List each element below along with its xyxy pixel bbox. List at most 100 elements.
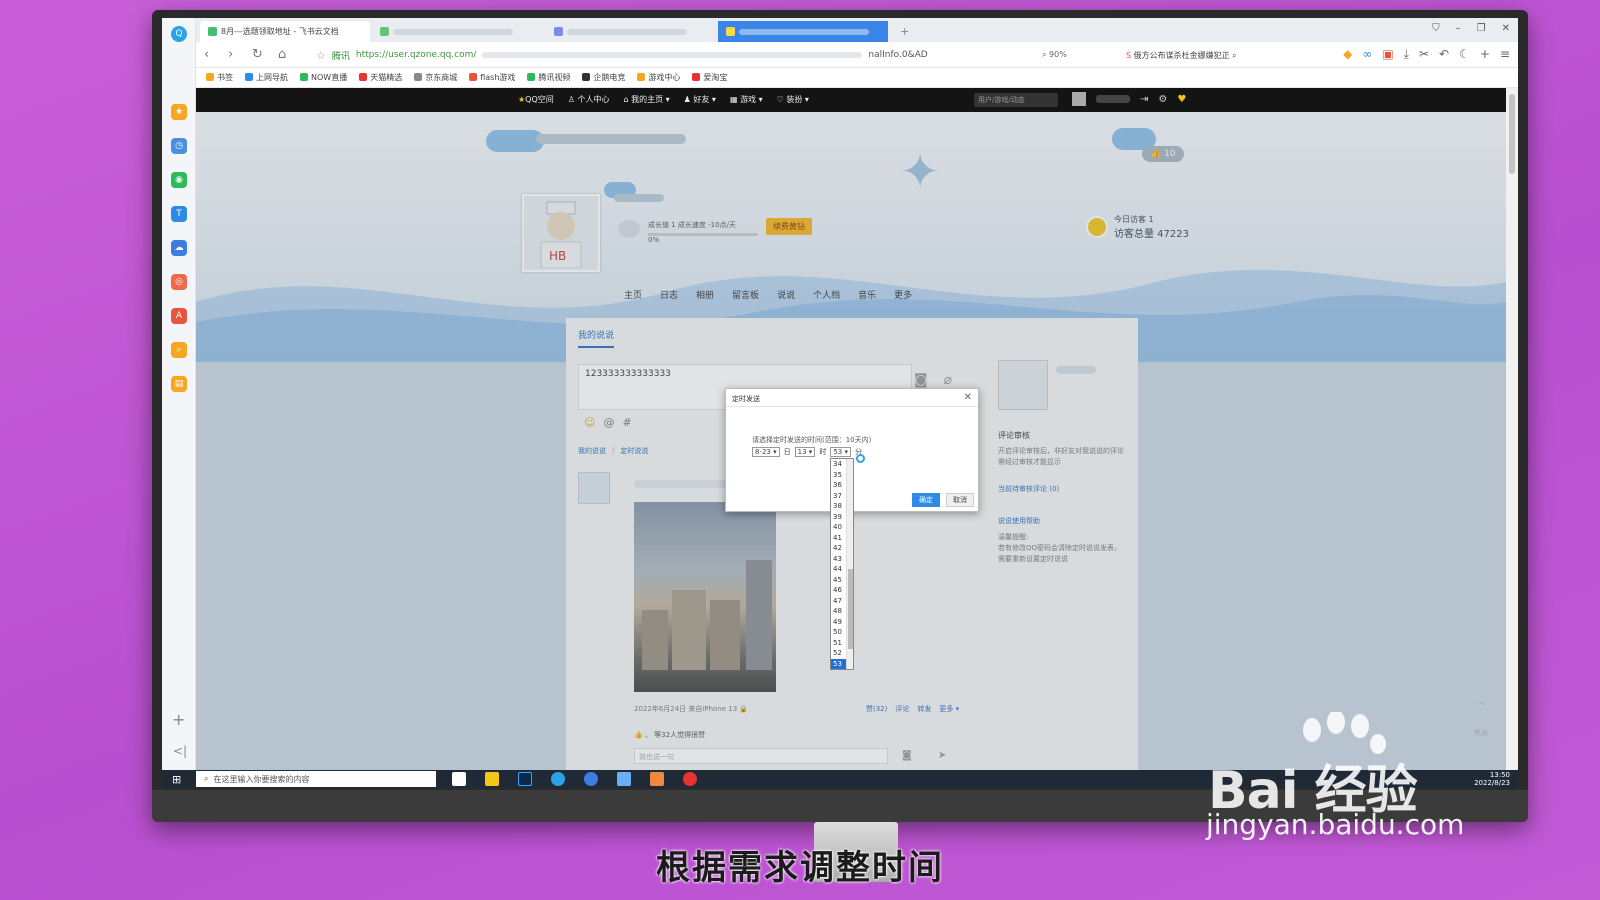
app-icon[interactable] <box>584 772 598 786</box>
news-ticker[interactable]: S 俄方公布谋杀杜金娜嫌犯正 ⌕ <box>1126 50 1237 61</box>
bookmark-label: 爱淘宝 <box>703 73 728 82</box>
clock-date: 2022/8/23 <box>1474 779 1510 787</box>
note-app-icon[interactable]: ▤ <box>171 376 187 392</box>
loop-icon[interactable]: ∞ <box>1362 47 1372 62</box>
day-label: 日 <box>783 448 791 456</box>
dropdown-scroll-thumb[interactable] <box>848 569 853 649</box>
bookmark-label: 游戏中心 <box>648 73 681 82</box>
url-field[interactable]: ☆ 腾讯 https://user.qzone.qq.com/ nalInfo.… <box>316 46 1036 64</box>
cloud-app-icon[interactable]: ☁ <box>171 240 187 256</box>
page-scrollbar[interactable] <box>1506 88 1518 770</box>
settings-gear-icon[interactable]: ⚙ <box>1158 94 1167 105</box>
wechat-app-icon[interactable]: ◉ <box>171 172 187 188</box>
bookmark-item[interactable]: 爱淘宝 <box>692 72 727 83</box>
bookmark-item[interactable]: 企鹅电竞 <box>582 72 625 83</box>
close-button[interactable]: ✕ <box>1502 23 1510 34</box>
toolbar: ◆ ∞ ▣ ⤓ ✂ ↶ ☾ + ≡ <box>1343 47 1510 62</box>
confirm-button[interactable]: 确定 <box>912 493 940 507</box>
app-icon[interactable] <box>617 772 631 786</box>
bookmark-item[interactable]: 游戏中心 <box>637 72 680 83</box>
collapse-sidebar-icon[interactable]: <| <box>173 744 187 758</box>
reload-icon[interactable]: ↻ <box>252 47 263 62</box>
game-icon[interactable]: ◆ <box>1343 47 1352 62</box>
user-avatar-small[interactable] <box>1072 92 1086 106</box>
menu-dressup[interactable]: ♡ 装扮 ▾ <box>777 94 809 105</box>
minimize-button[interactable]: – <box>1456 23 1461 34</box>
bookmark-item[interactable]: 天猫精选 <box>359 72 402 83</box>
photoshop-icon[interactable] <box>518 772 532 786</box>
heart-icon[interactable]: ♥ <box>1177 94 1186 105</box>
star-icon <box>206 73 214 81</box>
dialog-close-icon[interactable]: ✕ <box>964 392 972 403</box>
menu-label: QQ空间 <box>525 95 554 104</box>
minute-dropdown[interactable]: 34 35 36 37 38 39 40 41 42 43 44 45 46 47 48 49 50 51 52 53 <box>830 458 854 670</box>
moon-icon[interactable]: ☾ <box>1459 47 1470 62</box>
bookmark-label: flash游戏 <box>480 73 516 82</box>
clock-app-icon[interactable]: ◷ <box>171 138 187 154</box>
tab-qzone[interactable] <box>718 21 888 42</box>
tab-label-blurred <box>567 28 687 35</box>
app-icon[interactable] <box>650 772 664 786</box>
menu-label: 游戏 <box>740 95 757 104</box>
extension-icon[interactable]: ▣ <box>1382 47 1393 62</box>
news-text: 俄方公布谋杀杜金娜嫌犯正 <box>1133 51 1230 60</box>
taskbar-search-input[interactable]: ⌕ 在这里输入你要搜索的内容 <box>196 771 436 787</box>
add-app-icon[interactable]: + <box>172 710 185 729</box>
scissors-icon[interactable]: ✂ <box>1419 47 1429 62</box>
plus-icon[interactable]: + <box>1480 47 1490 62</box>
home-icon[interactable]: ⌂ <box>278 47 286 62</box>
back-icon[interactable]: ‹ <box>204 47 209 62</box>
tab-2[interactable] <box>372 21 542 42</box>
translate-app-icon[interactable]: T <box>171 206 187 222</box>
menu-label: 装扮 <box>786 95 803 104</box>
bookmark-item[interactable]: 腾讯视频 <box>527 72 570 83</box>
bookmark-star-icon[interactable]: ☆ <box>316 49 326 62</box>
date-select[interactable]: 8-23 ▾ <box>752 447 780 457</box>
camera-app-icon[interactable]: ◎ <box>171 274 187 290</box>
menu-homepage[interactable]: ⌂ 我的主页 ▾ <box>623 94 669 105</box>
qzone-home-link[interactable]: ★QQ空间 <box>518 94 554 105</box>
browser-logo-icon[interactable]: Q <box>171 26 187 42</box>
qq-icon[interactable] <box>683 772 697 786</box>
tab-3[interactable] <box>546 21 716 42</box>
restore-button[interactable]: ❐ <box>1477 23 1486 34</box>
taskbar-search-placeholder: 在这里输入你要搜索的内容 <box>213 774 310 784</box>
logout-icon[interactable]: ⇥ <box>1140 94 1148 105</box>
folder-icon[interactable] <box>485 772 499 786</box>
menu-personal[interactable]: ♙ 个人中心 <box>568 94 610 105</box>
menu-icon[interactable]: ≡ <box>1500 47 1510 62</box>
browser-icon[interactable] <box>551 772 565 786</box>
star-app-icon[interactable]: ★ <box>171 104 187 120</box>
window-controls: ⛉ – ❐ ✕ <box>1432 23 1510 34</box>
qzone-search-input[interactable]: 用户/游戏/动态 <box>974 93 1058 107</box>
search-app-icon[interactable]: ⌕ <box>171 342 187 358</box>
bookmark-item[interactable]: 书签 <box>206 72 233 83</box>
cancel-button[interactable]: 取消 <box>946 493 974 507</box>
undo-icon[interactable]: ↶ <box>1439 47 1449 62</box>
store-icon[interactable] <box>452 772 466 786</box>
bookmark-item[interactable]: flash游戏 <box>469 72 515 83</box>
pin-icon[interactable]: ⛉ <box>1432 23 1440 34</box>
bookmark-item[interactable]: 上网导航 <box>245 72 288 83</box>
new-tab-button[interactable]: + <box>892 21 910 42</box>
menu-games[interactable]: ▦ 游戏 ▾ <box>730 94 763 105</box>
hour-select[interactable]: 13 ▾ <box>794 447 816 457</box>
bookmark-label: 天猫精选 <box>370 73 403 82</box>
menu-friends[interactable]: ♟ 好友 ▾ <box>684 94 716 105</box>
bookmark-item[interactable]: 京东商城 <box>414 72 457 83</box>
zoom-level[interactable]: ⌕ 90% <box>1042 50 1067 60</box>
menu-label: 个人中心 <box>577 95 610 104</box>
taskbar-clock[interactable]: 13:50 2022/8/23 <box>1474 771 1510 787</box>
dropdown-scrollbar[interactable] <box>846 459 853 669</box>
forward-icon[interactable]: › <box>228 47 233 62</box>
minute-select[interactable]: 53 ▾ <box>830 447 851 457</box>
pdf-app-icon[interactable]: A <box>171 308 187 324</box>
windows-start-icon[interactable]: ⊞ <box>172 773 181 786</box>
tab-feishu[interactable]: 8月---选题领取地址 - 飞书云文档 <box>200 21 370 42</box>
bookmark-icon <box>300 73 308 81</box>
download-icon[interactable]: ⤓ <box>1404 47 1409 62</box>
date-value: 8-23 <box>755 448 771 456</box>
bookmark-item[interactable]: NOW直播 <box>300 72 347 83</box>
page-scroll-thumb[interactable] <box>1509 94 1515 174</box>
bookmark-icon <box>359 73 368 81</box>
